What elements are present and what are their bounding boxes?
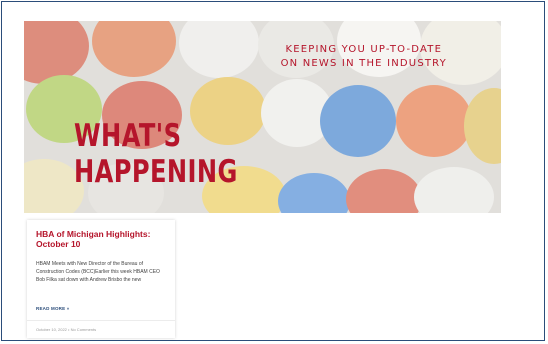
hero-banner: KEEPING YOU UP-TO-DATE ON NEWS IN THE IN… xyxy=(24,21,501,213)
post-meta: October 10, 2022 • No Comments xyxy=(36,327,96,332)
tagline-line-2: ON NEWS IN THE INDUSTRY xyxy=(280,58,447,69)
post-date: October 10, 2022 xyxy=(36,327,67,332)
post-comments: No Comments xyxy=(70,327,97,332)
hero-headline: WHAT'S HAPPENING xyxy=(74,118,238,190)
post-card: HBA of Michigan Highlights: October 10 H… xyxy=(27,220,175,338)
post-footer: October 10, 2022 • No Comments xyxy=(27,320,175,338)
headline-line-2: HAPPENING xyxy=(74,154,238,190)
post-title-link[interactable]: HBA of Michigan Highlights: October 10 xyxy=(36,229,170,249)
meta-separator: • xyxy=(68,327,70,332)
headline-line-1: WHAT'S xyxy=(74,118,182,154)
page-frame: KEEPING YOU UP-TO-DATE ON NEWS IN THE IN… xyxy=(1,1,545,341)
tagline-line-1: KEEPING YOU UP-TO-DATE xyxy=(285,44,443,55)
hero-tagline: KEEPING YOU UP-TO-DATE ON NEWS IN THE IN… xyxy=(281,43,447,71)
post-excerpt: HBAM Meets with New Director of the Bure… xyxy=(36,261,160,283)
read-more-link[interactable]: READ MORE » xyxy=(36,306,69,311)
